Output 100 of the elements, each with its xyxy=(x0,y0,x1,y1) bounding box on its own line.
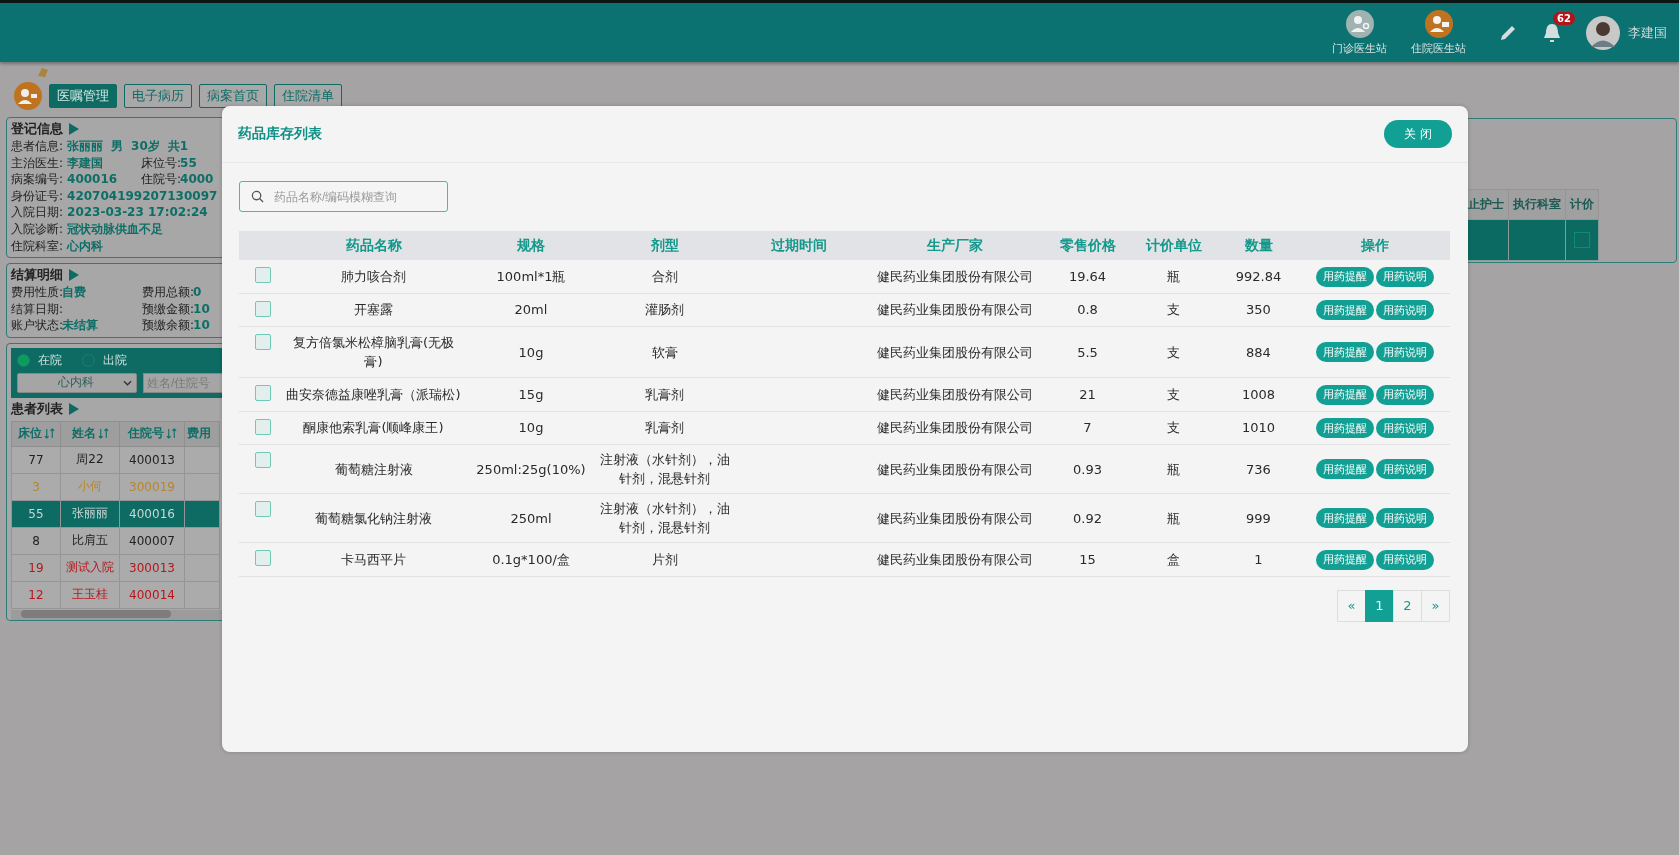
field-value: 未结算 xyxy=(62,317,99,334)
play-icon[interactable] xyxy=(69,402,79,415)
table-cell: 支 xyxy=(1167,420,1180,436)
patient-row[interactable]: 55 张丽丽 400016 xyxy=(11,500,220,528)
tab[interactable]: 电子病历 xyxy=(124,84,192,108)
page-button[interactable]: « xyxy=(1337,589,1366,622)
action-button[interactable]: 用药提醒 xyxy=(1316,266,1374,287)
action-button[interactable]: 用药提醒 xyxy=(1316,549,1374,570)
page-button[interactable]: » xyxy=(1421,589,1450,622)
table-cell: 20ml xyxy=(514,302,548,318)
table-cell: 健民药业集团股份有限公司 xyxy=(877,510,1033,526)
field-value: 420704199207130097 xyxy=(67,187,218,205)
doctor-icon xyxy=(14,82,42,110)
column-header: 计价单位 xyxy=(1130,231,1217,260)
tab[interactable]: 病案首页 xyxy=(199,84,267,108)
action-button[interactable]: 用药提醒 xyxy=(1316,384,1374,405)
checkbox[interactable] xyxy=(255,550,271,566)
field-value: 4000 xyxy=(180,171,214,188)
table-cell: 0.93 xyxy=(1073,461,1102,477)
table-cell: 1010 xyxy=(1241,420,1276,436)
table-cell: 葡萄糖氯化钠注射液 xyxy=(315,510,432,526)
column-header: 操作 xyxy=(1300,231,1450,260)
patient-row[interactable]: 77 周22 400013 xyxy=(11,446,220,474)
close-button[interactable]: 关 闭 xyxy=(1384,120,1452,148)
action-button[interactable]: 用药说明 xyxy=(1376,384,1434,405)
table-cell: 瓶 xyxy=(1167,510,1180,526)
sort-icon[interactable] xyxy=(165,428,177,440)
table-cell: 736 xyxy=(1246,461,1271,477)
table-cell: 350 xyxy=(1246,302,1271,318)
field-label: 预缴余额: xyxy=(142,317,195,334)
patient-row[interactable]: 8 比肩五 400007 xyxy=(11,527,220,555)
field-label: 住院科室: xyxy=(11,237,64,255)
table-cell: 健民药业集团股份有限公司 xyxy=(877,551,1033,567)
table-cell: 灌肠剂 xyxy=(645,302,684,318)
action-button[interactable]: 用药说明 xyxy=(1376,459,1434,480)
table-cell: 曲安奈德益康唑乳膏（派瑞松) xyxy=(286,386,461,402)
checkbox[interactable] xyxy=(255,418,271,435)
station-button[interactable]: 住院医生站 xyxy=(1411,9,1466,56)
table-cell: 7 xyxy=(1083,420,1092,436)
table-cell: 注射液（水针剂），油针剂，混悬针剂 xyxy=(599,452,730,486)
page-button[interactable]: 1 xyxy=(1365,589,1394,622)
table-cell: 250ml xyxy=(510,510,552,526)
field-label: 结算日期: xyxy=(11,300,64,318)
department-select[interactable]: 心内科 xyxy=(17,372,137,393)
table-cell: 0.92 xyxy=(1073,510,1102,526)
broom-icon[interactable] xyxy=(36,66,50,78)
checkbox[interactable] xyxy=(255,267,271,283)
table-cell: 21 xyxy=(1079,386,1096,402)
checkbox[interactable] xyxy=(255,385,271,401)
action-button[interactable]: 用药说明 xyxy=(1376,266,1434,287)
table-cell: 支 xyxy=(1167,386,1180,402)
action-button[interactable]: 用药说明 xyxy=(1376,549,1434,570)
patient-row[interactable]: 12 王玉桂 400014 xyxy=(11,581,220,609)
field-value: 自费 xyxy=(62,284,87,301)
checkbox[interactable] xyxy=(255,300,271,317)
search-icon xyxy=(251,190,264,203)
table-cell: 合剂 xyxy=(651,268,678,284)
play-icon[interactable] xyxy=(69,123,79,135)
status-radio[interactable]: 在院 xyxy=(17,351,62,369)
notification-badge: 62 xyxy=(1553,11,1575,25)
bell-icon[interactable] xyxy=(1542,21,1562,44)
patient-row[interactable]: 19 测试入院 300013 xyxy=(11,554,220,582)
table-cell: 乳膏剂 xyxy=(645,386,684,402)
page-button[interactable]: 2 xyxy=(1393,589,1422,622)
field-label: 床位号: xyxy=(141,154,182,172)
field-value: 55 xyxy=(180,154,197,172)
field-value: 10 xyxy=(193,317,210,334)
play-icon[interactable] xyxy=(69,269,79,282)
field-value: 30岁 xyxy=(131,138,160,155)
doctor-icon xyxy=(1345,9,1374,38)
column-header: 执行科室 xyxy=(1508,189,1566,220)
field-label: 入院诊断: xyxy=(11,220,64,238)
field-value: 10 xyxy=(193,300,210,318)
action-button[interactable]: 用药说明 xyxy=(1376,508,1434,529)
checkbox[interactable] xyxy=(255,452,271,468)
search-field[interactable]: 药品名称/编码模糊查询 xyxy=(239,181,448,212)
action-button[interactable]: 用药说明 xyxy=(1376,342,1434,363)
table-cell: 复方倍氯米松樟脑乳膏(无极膏) xyxy=(292,335,455,369)
action-button[interactable]: 用药提醒 xyxy=(1316,459,1374,480)
table-cell: 884 xyxy=(1246,344,1271,360)
station-button[interactable]: 门诊医生站 xyxy=(1332,9,1387,56)
action-button[interactable]: 用药提醒 xyxy=(1316,300,1374,320)
checkbox[interactable] xyxy=(255,334,271,350)
avatar-icon[interactable] xyxy=(1586,15,1620,50)
field-value: 心内科 xyxy=(67,237,104,255)
action-button[interactable]: 用药提醒 xyxy=(1316,418,1374,438)
status-radio[interactable]: 出院 xyxy=(82,351,127,369)
checkbox[interactable] xyxy=(1574,232,1590,248)
table-cell: 250ml:25g(10%) xyxy=(476,461,586,477)
sort-icon[interactable] xyxy=(43,428,55,440)
chevron-down-icon xyxy=(123,379,132,386)
action-button[interactable]: 用药提醒 xyxy=(1316,342,1374,363)
action-button[interactable]: 用药说明 xyxy=(1376,418,1434,438)
action-button[interactable]: 用药说明 xyxy=(1376,300,1434,320)
tab[interactable]: 住院清单 xyxy=(274,84,342,108)
checkbox[interactable] xyxy=(255,501,271,517)
action-button[interactable]: 用药提醒 xyxy=(1316,508,1374,529)
field-label: 病案编号: xyxy=(11,171,64,188)
tab[interactable]: 医嘱管理 xyxy=(49,84,117,108)
sort-icon[interactable] xyxy=(97,428,109,440)
